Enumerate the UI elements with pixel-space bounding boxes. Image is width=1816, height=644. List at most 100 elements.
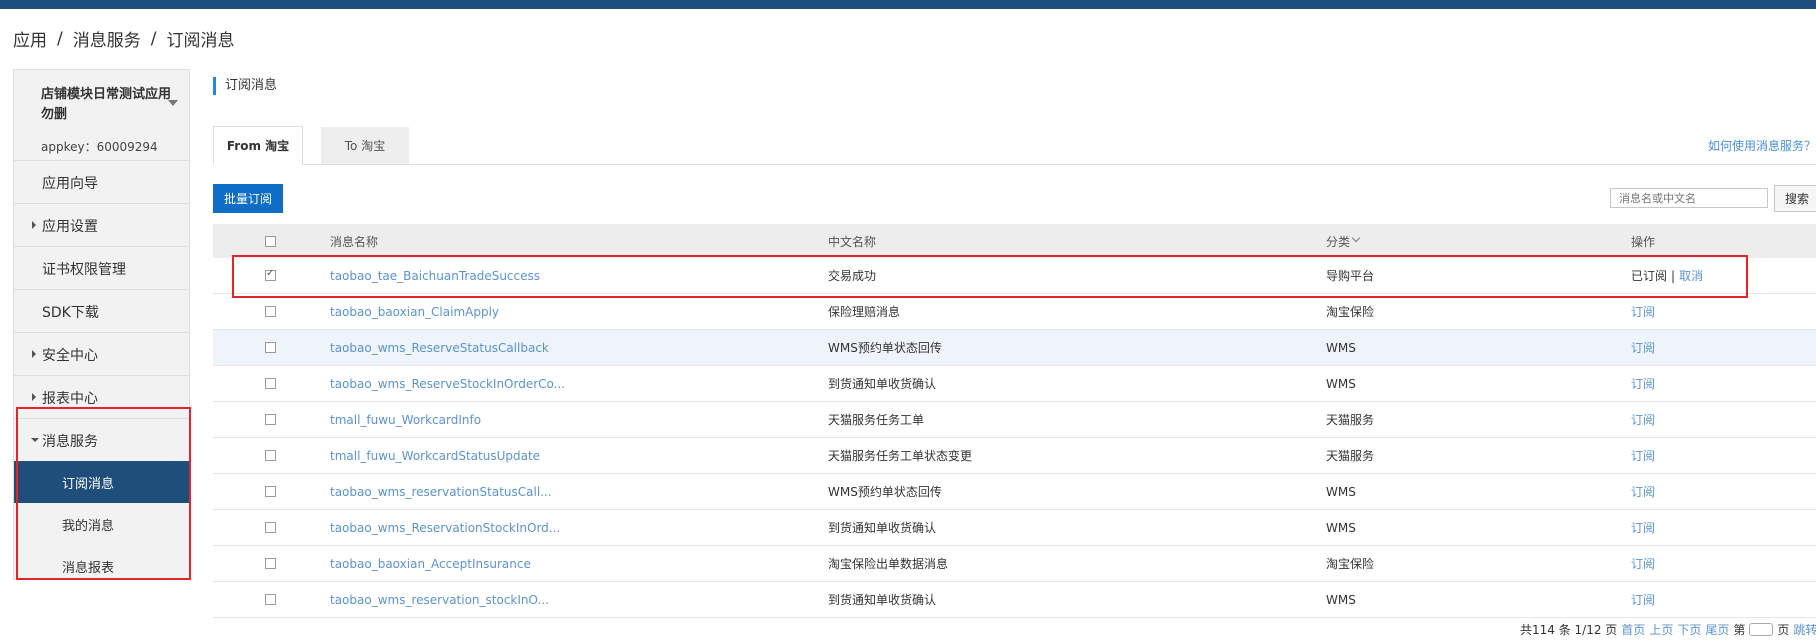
app-selector[interactable]: 店铺模块日常测试应用勿删 appkey：60009294	[14, 70, 189, 161]
caret-right-icon	[32, 350, 36, 358]
chinese-name: 到货通知单收货确认	[828, 377, 937, 391]
message-name-link[interactable]: taobao_baoxian_AcceptInsurance	[330, 546, 531, 581]
pager-prev[interactable]: 上页	[1649, 621, 1673, 638]
subscribe-link[interactable]: 订阅	[1631, 366, 1655, 401]
table-row: taobao_baoxian_ClaimApply 保险理赔消息 淘宝保险 订阅	[213, 294, 1816, 330]
chevron-down-icon	[1351, 233, 1361, 243]
table-row: tmall_fuwu_WorkcardStatusUpdate 天猫服务任务工单…	[213, 438, 1816, 474]
message-name-link[interactable]: tmall_fuwu_WorkcardInfo	[330, 402, 481, 437]
sidebar-item-app-settings[interactable]: 应用设置	[14, 204, 189, 247]
sidebar-subitem-label: 订阅消息	[62, 477, 115, 492]
sidebar-item-security-center[interactable]: 安全中心	[14, 333, 189, 376]
row-checkbox[interactable]	[265, 414, 276, 425]
row-checkbox[interactable]	[265, 558, 276, 569]
sidebar-item-sdk-download[interactable]: SDK下载	[14, 290, 189, 333]
subscribed-status: 已订阅	[1631, 269, 1668, 283]
breadcrumb-separator: /	[57, 28, 63, 49]
pager-first[interactable]: 首页	[1621, 621, 1645, 638]
row-checkbox[interactable]	[265, 268, 276, 281]
category: WMS	[1326, 484, 1356, 499]
pager-last[interactable]: 尾页	[1705, 621, 1729, 638]
subscribe-link[interactable]: 订阅	[1631, 330, 1655, 365]
sidebar-subitem-my-messages[interactable]: 我的消息	[14, 503, 189, 545]
row-checkbox[interactable]	[265, 378, 276, 389]
breadcrumb-item-subscribe: 订阅消息	[166, 31, 235, 51]
message-name-link[interactable]: tmall_fuwu_WorkcardStatusUpdate	[330, 438, 540, 473]
row-checkbox[interactable]	[265, 450, 276, 461]
pager-next[interactable]: 下页	[1677, 621, 1701, 638]
chevron-down-icon[interactable]	[168, 100, 178, 106]
sidebar: 店铺模块日常测试应用勿删 appkey：60009294 应用向导 应用设置 证…	[13, 69, 190, 580]
message-table: 消息名称 中文名称 分类 操作 taobao_tae_BaichuanTrade…	[213, 224, 1816, 618]
message-name-link[interactable]: taobao_wms_ReservationStockInOrd...	[330, 510, 560, 545]
category: 淘宝保险	[1326, 557, 1375, 571]
pager-jump[interactable]: 跳转	[1793, 621, 1816, 638]
header-category-label: 分类	[1326, 234, 1351, 249]
row-checkbox[interactable]	[265, 306, 276, 317]
table-row: taobao_wms_ReserveStatusCallback WMS预约单状…	[213, 330, 1816, 366]
message-name-link[interactable]: taobao_tae_BaichuanTradeSuccess	[330, 258, 540, 293]
operation-separator: |	[1671, 268, 1676, 283]
breadcrumb-item-app[interactable]: 应用	[13, 26, 47, 51]
sidebar-item-cert-permissions[interactable]: 证书权限管理	[14, 247, 189, 290]
select-all-checkbox[interactable]	[265, 235, 276, 247]
header-message-name: 消息名称	[330, 234, 379, 249]
app-name: 店铺模块日常测试应用勿删	[41, 87, 172, 122]
search-input[interactable]	[1610, 188, 1768, 208]
caret-right-icon	[32, 393, 36, 401]
row-checkbox[interactable]	[265, 594, 276, 605]
sidebar-subitem-label: 我的消息	[62, 519, 115, 534]
category: 导购平台	[1326, 269, 1375, 283]
search-button[interactable]: 搜索	[1774, 185, 1816, 212]
breadcrumb: 应用 / 消息服务 / 订阅消息	[13, 26, 235, 52]
sidebar-subitem-message-reports[interactable]: 消息报表	[14, 545, 189, 587]
tab-bar: From 淘宝 To 淘宝	[213, 126, 1816, 165]
row-checkbox[interactable]	[265, 486, 276, 497]
message-name-link[interactable]: taobao_wms_reservationStatusCall...	[330, 474, 552, 509]
table-row: taobao_wms_reservation_stockInO... 到货通知单…	[213, 582, 1816, 618]
message-name-link[interactable]: taobao_wms_ReserveStatusCallback	[330, 330, 549, 365]
breadcrumb-item-message-service[interactable]: 消息服务	[73, 26, 141, 51]
caret-right-icon	[32, 221, 36, 229]
message-name-link[interactable]: taobao_wms_reservation_stockInO...	[330, 582, 549, 617]
subscribe-link[interactable]: 订阅	[1631, 546, 1655, 581]
category: WMS	[1326, 520, 1356, 535]
batch-subscribe-button[interactable]: 批量订阅	[213, 184, 283, 213]
subscribe-link[interactable]: 订阅	[1631, 582, 1655, 617]
subscribe-link[interactable]: 订阅	[1631, 474, 1655, 509]
cancel-subscription-link[interactable]: 取消	[1679, 267, 1703, 284]
header-chinese-name: 中文名称	[828, 234, 877, 249]
help-link[interactable]: 如何使用消息服务？	[1708, 137, 1816, 154]
row-checkbox[interactable]	[265, 522, 276, 533]
category: 天猫服务	[1326, 413, 1375, 427]
chinese-name: WMS预约单状态回传	[828, 485, 942, 499]
row-checkbox[interactable]	[265, 342, 276, 353]
chinese-name: 保险理赔消息	[828, 305, 901, 319]
sidebar-item-label: 证书权限管理	[42, 262, 126, 278]
chinese-name: 交易成功	[828, 269, 877, 283]
sidebar-item-label: 安全中心	[42, 348, 98, 364]
message-name-link[interactable]: taobao_wms_ReserveStockInOrderCo...	[330, 366, 565, 401]
subscribe-link[interactable]: 订阅	[1631, 510, 1655, 545]
subscribe-link[interactable]: 订阅	[1631, 402, 1655, 437]
sidebar-item-message-service[interactable]: 消息服务	[14, 419, 189, 461]
subscribe-link[interactable]: 订阅	[1631, 294, 1655, 329]
chinese-name: 淘宝保险出单数据消息	[828, 557, 949, 571]
header-category[interactable]: 分类	[1326, 224, 1361, 258]
sidebar-item-guide[interactable]: 应用向导	[14, 161, 189, 204]
caret-down-icon	[31, 438, 39, 442]
category: WMS	[1326, 592, 1356, 607]
pagination: 共114 条 1/12 页 首页 上页 下页 尾页 第 页 跳转	[1520, 621, 1816, 638]
sidebar-item-report-center[interactable]: 报表中心	[14, 376, 189, 419]
page-number-input[interactable]	[1749, 623, 1774, 636]
subscribe-link[interactable]: 订阅	[1631, 438, 1655, 473]
sidebar-subitem-subscribe-messages[interactable]: 订阅消息	[14, 461, 189, 503]
chinese-name: 天猫服务任务工单	[828, 413, 925, 427]
table-row: taobao_tae_BaichuanTradeSuccess 交易成功 导购平…	[213, 258, 1816, 294]
chinese-name: 天猫服务任务工单状态变更	[828, 449, 973, 463]
tab-to-taobao[interactable]: To 淘宝	[321, 127, 409, 164]
sidebar-item-label: 应用设置	[42, 219, 98, 235]
tab-from-taobao[interactable]: From 淘宝	[213, 126, 303, 165]
message-name-link[interactable]: taobao_baoxian_ClaimApply	[330, 294, 499, 329]
header-operation: 操作	[1631, 234, 1656, 249]
